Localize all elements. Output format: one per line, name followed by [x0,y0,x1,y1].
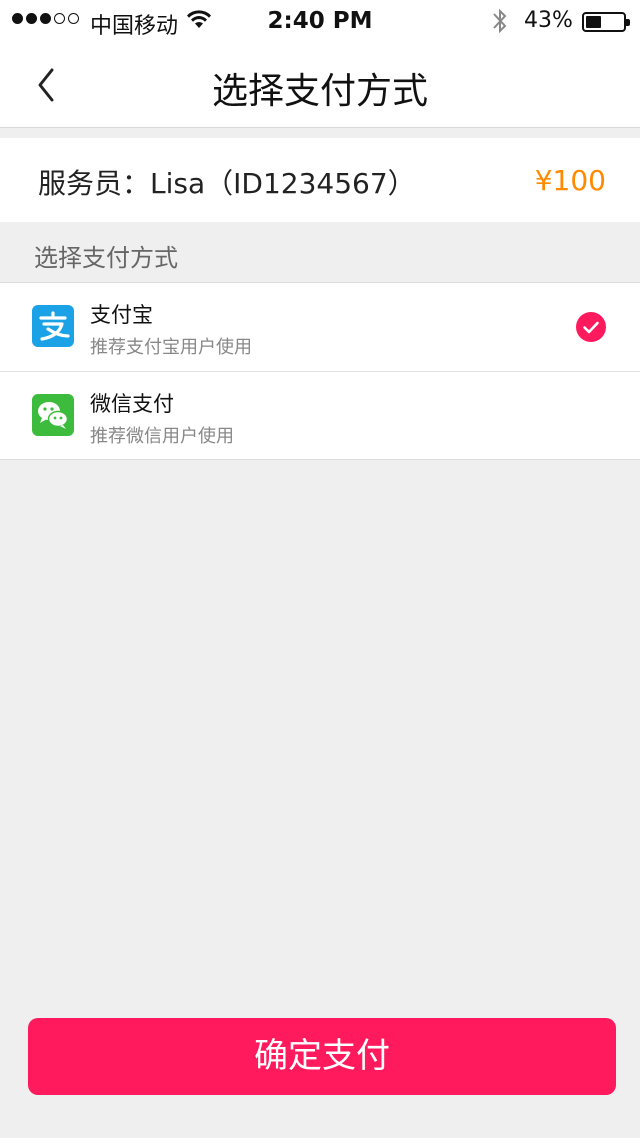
battery-fill [586,16,601,28]
battery-percentage: 43% [524,8,573,33]
check-circle-icon [576,312,606,342]
page-title: 选择支付方式 [211,71,428,112]
payment-method-list: 支付宝 推荐支付宝用户使用 微信支付 推荐微信用户使用 [0,282,640,460]
payment-option-description: 推荐微信用户使用 [90,426,234,447]
payment-option-name: 支付宝 [90,303,153,327]
confirm-payment-button[interactable]: 确定支付 [28,1018,616,1095]
navigation-bar: 选择支付方式 [0,44,640,128]
bluetooth-icon [490,6,510,42]
order-summary: 服务员：Lisa（ID1234567） ¥100 [0,138,640,222]
payment-option-description: 推荐支付宝用户使用 [90,337,252,358]
battery-nub [626,19,630,26]
order-price: ¥100 [534,164,606,197]
payment-option-name: 微信支付 [90,392,174,416]
alipay-icon [32,305,74,347]
staff-info: 服务员：Lisa（ID1234567） [38,167,416,200]
payment-option-alipay[interactable]: 支付宝 推荐支付宝用户使用 [0,283,640,371]
battery-icon [582,12,630,32]
status-bar: 中国移动 2:40 PM 43% [0,0,640,44]
payment-option-wechat[interactable]: 微信支付 推荐微信用户使用 [0,371,640,459]
wechat-icon [32,394,74,436]
section-label: 选择支付方式 [34,244,178,272]
